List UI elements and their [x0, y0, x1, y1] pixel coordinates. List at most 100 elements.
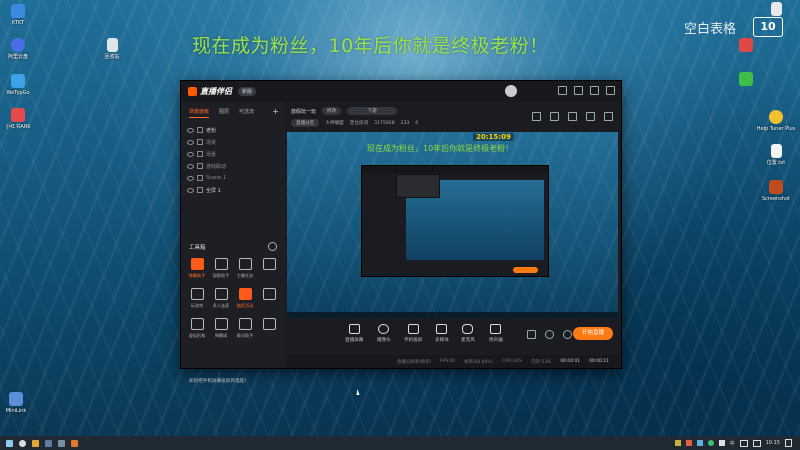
lock-icon[interactable] [197, 175, 203, 181]
eye-icon[interactable] [187, 139, 194, 145]
tray-icon[interactable] [674, 440, 681, 446]
tool-button[interactable]: 主播任务 [233, 258, 257, 279]
chat-icon[interactable] [568, 112, 577, 121]
nested-preview-window [361, 165, 549, 277]
tool-button[interactable]: 多人连麦 [209, 288, 233, 309]
room-id: 3175928 [374, 120, 395, 126]
desktop-icon-position-txt[interactable]: 位置.txt [756, 144, 796, 166]
toolbox-more-icon[interactable] [268, 242, 277, 251]
screen-capture-button[interactable]: 直播屏幕 [345, 324, 363, 343]
lock-icon[interactable] [197, 187, 203, 193]
lock-icon[interactable] [197, 163, 203, 169]
grid-icon[interactable] [550, 112, 559, 121]
input-method-indicator[interactable]: 中 [730, 440, 735, 447]
tray-icon[interactable] [685, 440, 692, 446]
taskbar-app-icon[interactable] [58, 439, 65, 447]
scene-item[interactable]: 游戏联动 [181, 160, 285, 172]
scene-item[interactable]: 全屏 1 [181, 184, 285, 196]
volume-icon[interactable] [752, 439, 761, 447]
file-explorer-icon[interactable] [45, 439, 52, 447]
toolbox-grid: 弹幕助手 观察助手 主播任务玩游戏 多人连麦 抽奖活动虚拟形象 弹幕姬 歌词助手 [185, 258, 281, 339]
tool-button[interactable]: 抽奖活动 [233, 288, 257, 309]
minimize-icon[interactable] [574, 86, 583, 95]
record-icon[interactable] [527, 330, 536, 339]
eye-icon[interactable] [187, 187, 194, 193]
layout-icon[interactable] [532, 112, 541, 121]
tool-button[interactable]: 观察助手 [209, 258, 233, 279]
avatar[interactable] [505, 85, 517, 97]
scene-item[interactable]: Scene 1 [181, 172, 285, 184]
media-icon [436, 324, 448, 334]
live-companion-taskbar-icon[interactable] [71, 439, 78, 447]
lock-icon[interactable] [197, 151, 203, 157]
desktop-icon-help-tuner[interactable]: Help Tuner Plus [756, 110, 796, 132]
tool-button[interactable]: 弹幕助手 [185, 258, 209, 279]
desktop-icon-green-app[interactable] [726, 72, 766, 88]
lock-icon[interactable] [197, 139, 203, 145]
search-icon[interactable] [19, 439, 26, 447]
eye-icon[interactable] [187, 175, 194, 181]
version-badge[interactable]: 新版 [238, 87, 257, 96]
clock[interactable]: 10:15 [766, 440, 780, 446]
desktop-icon-ark[interactable]: 小红书ARK [0, 108, 38, 130]
microphone-button[interactable]: 麦克风 [461, 324, 475, 343]
scene-item[interactable]: 场景 [181, 148, 285, 160]
tray-icon[interactable] [696, 440, 703, 446]
tool-button[interactable]: 弹幕姬 [209, 318, 233, 339]
speaker-button[interactable]: 扬声器 [489, 324, 503, 343]
scene-item[interactable]: 场景 [181, 136, 285, 148]
desktop-icon-minilink[interactable]: MiniLink [0, 392, 36, 414]
share-icon[interactable] [604, 112, 613, 121]
app-icon [739, 38, 753, 52]
desktop-icon-doc[interactable] [756, 2, 796, 18]
tray-icon[interactable] [707, 440, 714, 446]
tab-layers[interactable]: 图层 [219, 108, 229, 118]
tool-button[interactable]: 虚拟形象 [185, 318, 209, 339]
eye-icon[interactable] [187, 127, 194, 133]
status-resolution: 直播分辨率(帧率) [397, 359, 432, 365]
add-scene-icon[interactable]: + [272, 107, 279, 116]
desktop-icon-aliyun[interactable]: 阿里云盘 [0, 38, 38, 60]
media-button[interactable]: 多媒体 [435, 324, 449, 343]
live-preview[interactable]: 20:15:09 现在成为粉丝，10年后你就是终极老粉！ [287, 132, 618, 318]
tool-button[interactable]: 玩游戏 [185, 288, 209, 309]
network-icon[interactable] [739, 439, 748, 447]
tool-button[interactable] [257, 318, 281, 339]
desktop-icon-red-app[interactable] [726, 38, 766, 54]
desktop-icon-screenshot[interactable]: Screenshot [756, 180, 796, 202]
settings-icon[interactable] [563, 330, 572, 339]
camera-button[interactable]: 摄像头 [377, 324, 391, 343]
eye-icon[interactable] [545, 330, 554, 339]
eye-icon[interactable] [187, 163, 194, 169]
computer-icon [9, 392, 23, 406]
desktop-icon-recycle-bin[interactable]: 回收站 [92, 38, 132, 60]
edit-title-button[interactable]: 修改 [322, 107, 342, 115]
bell-icon[interactable] [586, 112, 595, 121]
start-icon[interactable] [6, 439, 13, 447]
tool-button[interactable]: 歌词助手 [233, 318, 257, 339]
scene-item[interactable]: 老粉 [181, 124, 285, 136]
menu-icon[interactable] [558, 86, 567, 95]
tool-button[interactable] [257, 258, 281, 279]
help-link[interactable]: 如何把手机屏幕投屏到电脑? [189, 378, 247, 384]
chrome-icon[interactable] [32, 439, 39, 447]
maximize-icon[interactable] [590, 86, 599, 95]
tray-icon[interactable] [718, 440, 725, 446]
desktop-icon-wetypgo[interactable]: WeTypGo [0, 74, 38, 96]
lock-icon[interactable] [197, 127, 203, 133]
left-panel: 场景面板 图层 可选流 老粉 场景 场景 游戏联动 Scene 1 全屏 1 +… [181, 102, 285, 384]
monitor-icon [348, 324, 360, 334]
category-select[interactable]: 下游 [347, 107, 398, 115]
close-icon[interactable] [606, 86, 615, 95]
mouse-cursor [356, 389, 361, 395]
desktop-icon-ktkt[interactable]: KTKT [0, 4, 38, 26]
app-logo-icon [188, 87, 197, 96]
tab-scenes[interactable]: 场景面板 [189, 108, 210, 118]
eye-icon[interactable] [187, 151, 194, 157]
phone-icon [407, 324, 419, 334]
phone-cast-button[interactable]: 手机投屏 [404, 324, 422, 343]
tool-button[interactable] [257, 288, 281, 309]
notification-icon[interactable] [785, 439, 792, 447]
start-live-button[interactable]: 开始直播 [573, 327, 613, 340]
tab-sources[interactable]: 可选流 [239, 108, 254, 118]
